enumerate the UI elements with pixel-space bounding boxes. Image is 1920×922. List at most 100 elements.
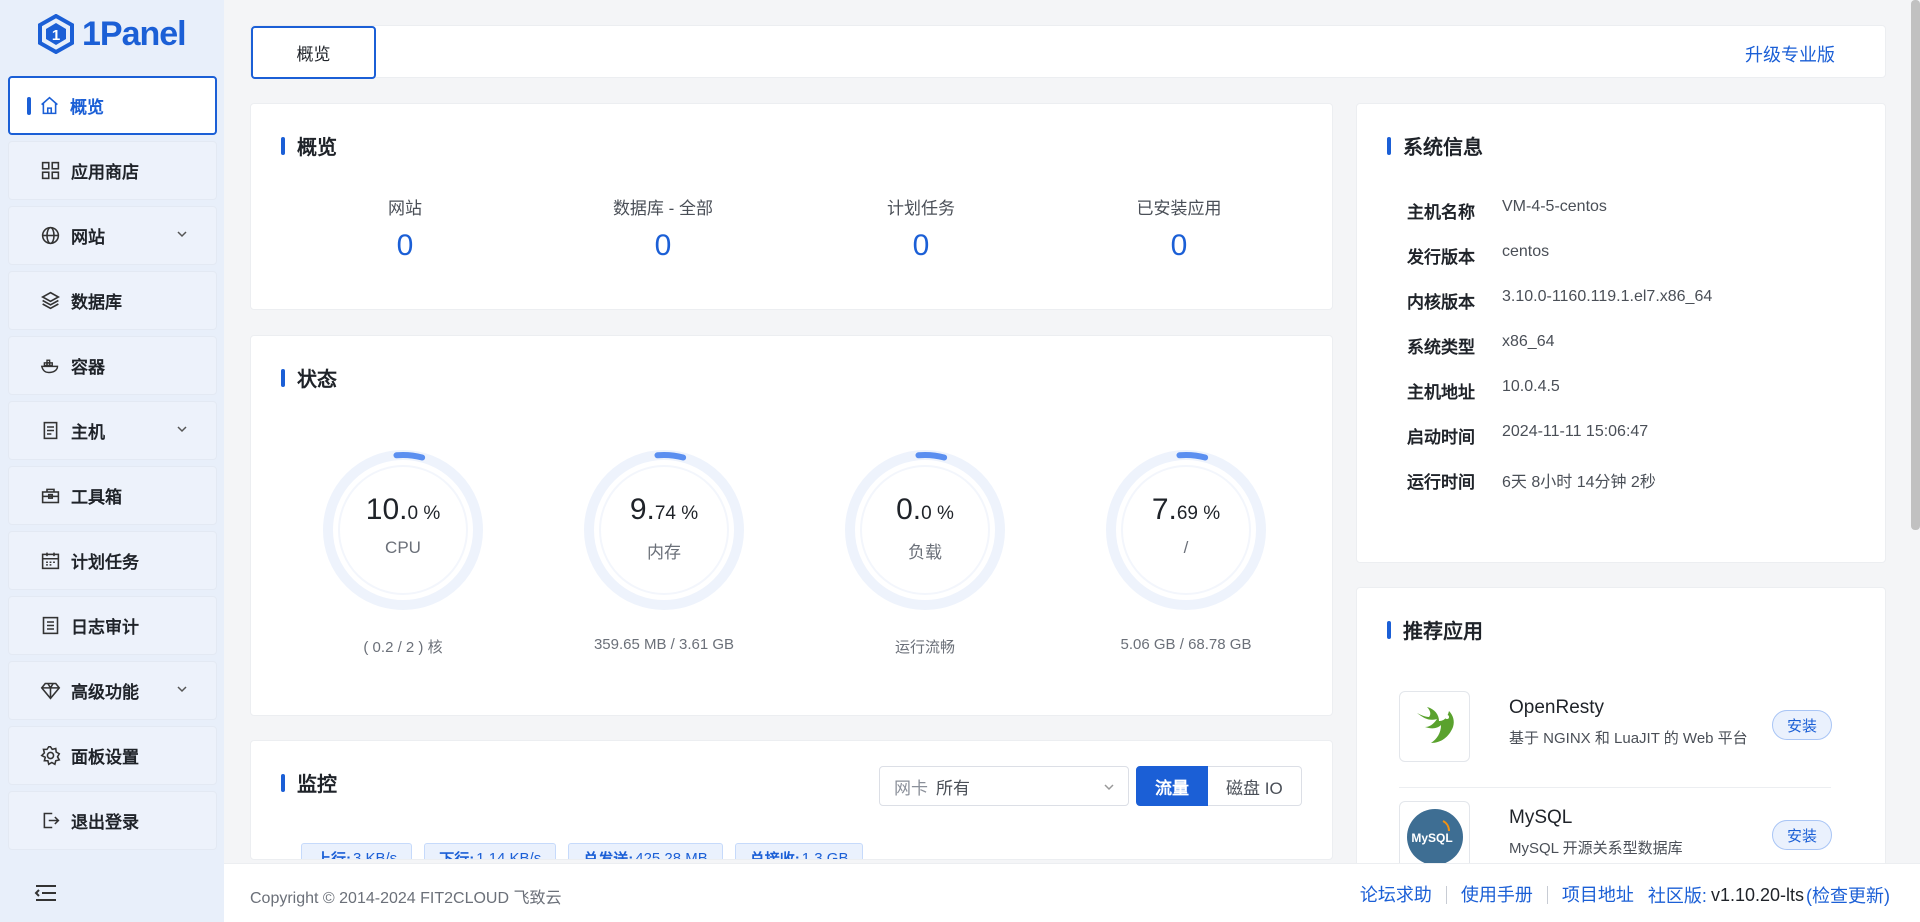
gauge-memory[interactable]: 9.74 % 内存 359.65 MB / 3.61 GB <box>574 446 754 653</box>
install-button[interactable]: 安装 <box>1772 710 1832 740</box>
info-value: VM-4-5-centos <box>1502 198 1607 215</box>
gauge-name: 内存 <box>647 543 681 562</box>
logo[interactable]: 1 1Panel <box>36 14 187 54</box>
gauge-track <box>323 450 483 610</box>
tab-overview[interactable]: 概览 <box>251 26 376 79</box>
info-row-address: 主机地址 10.0.4.5 <box>1407 378 1560 403</box>
app-description: MySQL 开源关系型数据库 <box>1509 840 1683 857</box>
gauge-progress-arc <box>847 452 1003 608</box>
total-received-chip: 总接收: 1.3 GB <box>734 843 864 859</box>
toolbox-icon <box>39 485 61 507</box>
gauge-value: 0.0 % <box>835 493 1015 527</box>
gauge-name: / <box>1183 538 1189 557</box>
chip-value: 1.14 KB/s <box>476 849 542 860</box>
sidebar-item-website[interactable]: 网站 <box>8 206 217 265</box>
sidebar-item-label: 日志审计 <box>71 618 139 637</box>
menu-collapse-icon[interactable] <box>34 883 58 903</box>
stat-label: 数据库 - 全部 <box>612 199 714 218</box>
apps-title: 推荐应用 <box>1403 621 1483 643</box>
sidebar-item-label: 工具箱 <box>71 488 122 507</box>
card-title: 监控 <box>281 768 337 797</box>
gauge-load[interactable]: 0.0 % 负载 运行流畅 <box>835 446 1015 657</box>
app-name: MySQL <box>1509 807 1573 828</box>
sidebar-item-settings[interactable]: 面板设置 <box>8 726 217 785</box>
total-sent-chip: 总发送: 425.28 MB <box>568 843 723 860</box>
sidebar-item-overview[interactable]: 概览 <box>8 76 217 135</box>
overview-stat-installed-apps[interactable]: 已安装应用 0 <box>1059 194 1299 263</box>
overview-stat-website[interactable]: 网站 0 <box>285 194 525 263</box>
title-accent <box>1387 620 1391 639</box>
sidebar-item-advanced[interactable]: 高级功能 <box>8 661 217 720</box>
install-button[interactable]: 安装 <box>1772 820 1832 850</box>
sidebar-item-label: 容器 <box>71 358 105 377</box>
gauge-disk[interactable]: 7.69 % / 5.06 GB / 68.78 GB <box>1096 446 1276 653</box>
overview-card: 概览 网站 0 数据库 - 全部 0 计划任务 0 已安装应用 0 <box>250 103 1333 310</box>
gauge-progress-arc <box>586 452 742 608</box>
gauge-dec: 0 % <box>407 503 441 524</box>
gauge-int: 7. <box>1151 493 1177 526</box>
sidebar-item-toolbox[interactable]: 工具箱 <box>8 466 217 525</box>
gauge-inner-ring <box>1121 465 1251 595</box>
sidebar-item-label: 应用商店 <box>71 163 139 182</box>
info-key: 运行时间 <box>1407 473 1475 492</box>
grid-icon <box>39 160 61 182</box>
sidebar-item-logout[interactable]: 退出登录 <box>8 791 217 850</box>
logo-icon: 1 <box>38 14 74 54</box>
overview-stat-cron[interactable]: 计划任务 0 <box>801 194 1041 263</box>
gauge-cpu[interactable]: 10.0 % CPU ( 0.2 / 2 ) 核 <box>313 446 493 657</box>
project-link[interactable]: 项目地址 <box>1548 886 1634 904</box>
gauge-ring <box>1106 450 1266 610</box>
gauge-name: 负载 <box>908 543 942 562</box>
disk-io-button[interactable]: 磁盘 IO <box>1208 766 1302 806</box>
overview-stat-database[interactable]: 数据库 - 全部 0 <box>543 194 783 263</box>
title-accent <box>281 368 285 387</box>
page-scrollbar[interactable] <box>1911 0 1920 530</box>
info-row-arch: 系统类型 x86_64 <box>1407 333 1555 358</box>
status-title: 状态 <box>297 369 337 391</box>
title-accent <box>1387 136 1391 155</box>
chip-key: 总发送: <box>583 850 634 860</box>
sidebar-item-database[interactable]: 数据库 <box>8 271 217 330</box>
gauge-progress-arc <box>1108 452 1264 608</box>
gauge-ring <box>323 450 483 610</box>
sidebar-item-label: 高级功能 <box>71 683 139 702</box>
info-row-uptime: 运行时间 6天 8小时 14分钟 2秒 <box>1407 468 1656 493</box>
monitor-chips: 上行: 3 KB/s 下行: 1.14 KB/s 总发送: 425.28 MB 总接收… <box>301 843 864 860</box>
sidebar-item-app-store[interactable]: 应用商店 <box>8 141 217 200</box>
forum-link[interactable]: 论坛求助 <box>1346 886 1447 904</box>
info-key: 发行版本 <box>1407 248 1475 267</box>
app-row-openresty[interactable]: OpenResty 基于 NGINX 和 LuaJIT 的 Web 平台 安装 <box>1399 683 1832 788</box>
sidebar-item-logs[interactable]: 日志审计 <box>8 596 217 655</box>
chip-value: 3 KB/s <box>353 849 398 860</box>
info-value: x86_64 <box>1502 333 1555 350</box>
mysql-logo-text: MySQL <box>1411 831 1452 845</box>
sidebar-item-cron[interactable]: 计划任务 <box>8 531 217 590</box>
traffic-button[interactable]: 流量 <box>1136 766 1208 806</box>
gauge-value: 9.74 % <box>574 493 754 527</box>
gauge-detail: 运行流畅 <box>894 639 955 656</box>
gauge-int: 0. <box>896 493 922 526</box>
card-title: 状态 <box>281 363 337 392</box>
log-icon <box>39 615 61 637</box>
sidebar-item-label: 网站 <box>71 228 105 247</box>
stat-label: 已安装应用 <box>1136 199 1222 218</box>
system-info-title: 系统信息 <box>1403 137 1483 159</box>
gauge-int: 10. <box>365 493 408 526</box>
stat-label: 网站 <box>388 199 422 218</box>
top-bar: 概览 升级专业版 <box>250 25 1886 79</box>
gauge-detail: 5.06 GB / 68.78 GB <box>1120 636 1252 653</box>
gauge-dec: 0 % <box>921 503 954 524</box>
gauge-track <box>584 450 744 610</box>
sidebar-item-container[interactable]: 容器 <box>8 336 217 395</box>
check-update-link[interactable]: (检查更新) <box>1806 882 1890 908</box>
upgrade-pro-link[interactable]: 升级专业版 <box>1745 41 1835 67</box>
nic-select[interactable]: 网卡 所有 <box>879 766 1129 806</box>
sidebar-item-label: 计划任务 <box>71 553 139 572</box>
sidebar-item-label: 数据库 <box>71 293 122 312</box>
sidebar-item-host[interactable]: 主机 <box>8 401 217 460</box>
docs-link[interactable]: 使用手册 <box>1447 886 1548 904</box>
version-text: v1.10.20-lts <box>1710 884 1804 905</box>
gauge-detail: 359.65 MB / 3.61 GB <box>593 636 735 653</box>
info-value: 2024-11-11 15:06:47 <box>1502 423 1649 440</box>
app-name: OpenResty <box>1509 697 1605 718</box>
